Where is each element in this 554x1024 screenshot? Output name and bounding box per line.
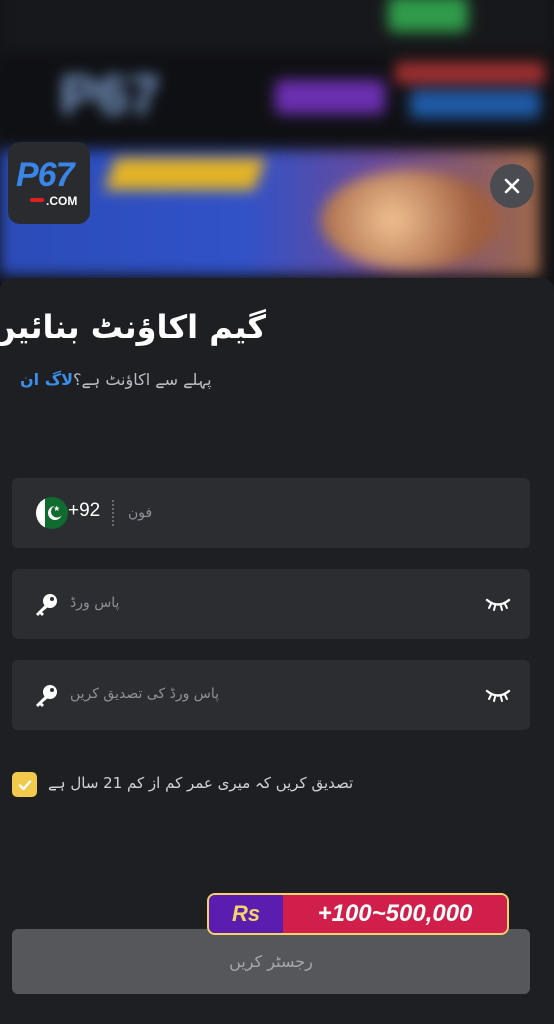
login-prompt: پہلے سے اکاؤنٹ ہے؟لاگ ان bbox=[20, 370, 212, 389]
logo-domain: .COM bbox=[46, 194, 78, 208]
age-confirm-label: تصدیق کریں کہ میری عمر کم از کم 21 سال ہ… bbox=[48, 774, 354, 792]
field-separator bbox=[112, 500, 114, 526]
password-placeholder: پاس ورڈ bbox=[70, 595, 120, 611]
logo-text: P67 bbox=[16, 156, 74, 194]
check-icon bbox=[18, 779, 31, 790]
register-button[interactable]: رجسٹر کریں bbox=[12, 929, 530, 994]
page-title: گیم اکاؤنٹ بنائیں bbox=[0, 308, 266, 346]
bonus-amount: +100~500,000 bbox=[283, 895, 507, 933]
phone-placeholder: فون bbox=[128, 505, 153, 521]
key-icon bbox=[36, 685, 57, 707]
login-link[interactable]: لاگ ان bbox=[20, 370, 73, 389]
brand-logo: P67 .COM bbox=[8, 142, 90, 224]
age-checkbox[interactable] bbox=[12, 772, 37, 797]
eye-closed-icon[interactable] bbox=[484, 593, 512, 613]
password-field[interactable]: پاس ورڈ bbox=[12, 569, 530, 639]
logo-swoosh bbox=[30, 198, 44, 202]
country-code[interactable]: +92 bbox=[68, 500, 100, 522]
bonus-badge: Rs +100~500,000 bbox=[207, 893, 509, 935]
register-button-label: رجسٹر کریں bbox=[229, 952, 313, 971]
key-icon bbox=[36, 594, 57, 616]
close-button[interactable] bbox=[490, 164, 534, 208]
close-icon bbox=[504, 178, 520, 194]
bonus-currency: Rs bbox=[209, 895, 283, 933]
confirm-password-placeholder: پاس ورڈ کی تصدیق کریں bbox=[70, 686, 220, 702]
eye-closed-icon[interactable] bbox=[484, 684, 512, 704]
pakistan-flag-icon bbox=[36, 497, 68, 529]
confirm-password-field[interactable]: پاس ورڈ کی تصدیق کریں bbox=[12, 660, 530, 730]
login-prompt-text: پہلے سے اکاؤنٹ ہے؟ bbox=[73, 370, 212, 389]
phone-field[interactable]: +92 فون bbox=[12, 478, 530, 548]
